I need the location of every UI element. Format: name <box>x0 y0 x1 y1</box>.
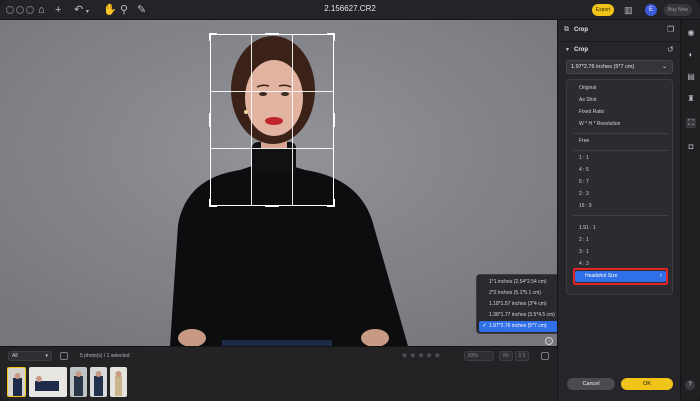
ratio-option[interactable]: 1.91 : 1 <box>579 225 596 231</box>
headshot-size-option-selected[interactable]: ✓ 1.97*2.76 inches (5*7 cm) <box>479 321 557 332</box>
menu-divider <box>573 215 668 216</box>
app-window: ⌂ + ↶ ▾ ✋ ⚲ ✎ 2.156627.CR2 Export ▥ E Bu… <box>0 0 700 401</box>
crop-handle-bottom-left[interactable] <box>209 199 217 207</box>
info-icon[interactable]: i <box>545 337 553 345</box>
menu-divider <box>573 150 668 151</box>
layers-icon[interactable]: ❐ <box>667 25 674 34</box>
crop-grid-line <box>211 91 333 92</box>
ok-button[interactable]: OK <box>621 378 673 390</box>
ratio-option[interactable]: 1 : 1 <box>579 155 589 161</box>
chevron-down-icon: ▾ <box>45 353 48 359</box>
photo-count: 5 photo(s) / 1 selected <box>80 353 130 359</box>
crop-handle-bottom-right[interactable] <box>327 199 335 207</box>
crop-handle-bottom[interactable] <box>265 199 279 207</box>
thumbnail[interactable] <box>7 367 26 397</box>
filmstrip-bar: All ▾ 5 photo(s) / 1 selected ★★★★★ 83% … <box>0 346 557 401</box>
camera-icon[interactable]: ◘ <box>686 142 696 152</box>
thumbnail[interactable] <box>90 367 107 397</box>
thumbnail[interactable] <box>70 367 87 397</box>
ratio-option[interactable]: 5 : 7 <box>579 179 589 185</box>
menu-divider <box>573 133 668 134</box>
crop-handle-top[interactable] <box>265 33 279 41</box>
crop-icon: ⧉ <box>564 26 569 33</box>
crop-tool-icon[interactable]: ⛶ <box>686 118 696 128</box>
ratio-option[interactable]: 3 : 1 <box>579 249 589 255</box>
export-button[interactable]: Export <box>592 4 614 16</box>
headshot-size-option[interactable]: 1.18*1.57 inches (3*4 cm) <box>479 299 557 310</box>
chevron-down-icon: ⌄ <box>661 64 667 70</box>
panel-header: ⧉ Crop ❐ <box>558 20 681 42</box>
compare-icon[interactable] <box>541 352 549 360</box>
crop-handle-top-left[interactable] <box>209 33 217 41</box>
ratio-option-original[interactable]: Original <box>579 85 596 91</box>
ratio-option[interactable]: 2 : 3 <box>579 191 589 197</box>
filter-select[interactable]: All ▾ <box>8 351 52 361</box>
crop-grid-line <box>251 35 252 205</box>
ratio-option-free[interactable]: Free <box>579 138 589 144</box>
crop-handle-right[interactable] <box>327 113 335 127</box>
headshot-size-submenu: 1*1 inches (2.54*2.54 cm) 2*2 inches (5.… <box>476 274 557 334</box>
thumbnail[interactable] <box>110 367 127 397</box>
aspect-ratio-select[interactable]: 1.97*2.76 inches (5*7 cm) ⌄ <box>566 60 673 74</box>
tools-strip: ◉ ◐ ▤ ♜ ⛶ ◘ ? <box>680 20 700 401</box>
chevron-down-icon[interactable]: ▼ <box>565 47 570 53</box>
avatar[interactable]: E <box>645 4 657 16</box>
annotation-highlight <box>573 268 668 285</box>
crop-handle-left[interactable] <box>209 113 217 127</box>
eye-icon[interactable]: ◉ <box>686 28 696 38</box>
ratio-option[interactable]: 2 : 1 <box>579 237 589 243</box>
ratio-option[interactable]: 4 : 5 <box>579 167 589 173</box>
buy-now-button[interactable]: Buy Now <box>664 4 692 16</box>
ratio-option-fixed-ratio[interactable]: Fixed Ratio <box>579 109 604 115</box>
adjust-icon[interactable]: ▤ <box>686 72 696 82</box>
headshot-size-option[interactable]: 2*2 inches (5.1*5.1 cm) <box>479 288 557 299</box>
aspect-ratio-menu: Original As Shot Fixed Ratio W * H * Res… <box>566 79 673 295</box>
rating-stars[interactable]: ★★★★★ <box>401 351 442 360</box>
image-canvas[interactable]: i 1*1 inches (2.54*2.54 cm) 2*2 inches (… <box>0 20 557 346</box>
cancel-button[interactable]: Cancel <box>567 378 615 390</box>
reset-icon[interactable]: ↺ <box>667 45 674 54</box>
help-icon[interactable]: ? <box>685 380 695 390</box>
section-title: Crop <box>574 47 588 53</box>
ratio-option[interactable]: 16 : 9 <box>579 203 592 209</box>
panel-toggle-icon[interactable]: ▥ <box>624 3 633 17</box>
thumbnail[interactable] <box>29 367 67 397</box>
panel-title: Crop <box>574 27 588 33</box>
fit-button[interactable]: Fit <box>499 351 513 361</box>
crop-tool-panel: ⧉ Crop ❐ ▼ Crop ↺ 1.97*2.76 inches (5*7 … <box>557 20 681 401</box>
one-to-one-button[interactable]: 1:1 <box>515 351 529 361</box>
headshot-size-option[interactable]: 1*1 inches (2.54*2.54 cm) <box>479 277 557 288</box>
palette-icon[interactable]: ◐ <box>686 50 696 60</box>
ratio-option-as-shot[interactable]: As Shot <box>579 97 597 103</box>
title-bar: ⌂ + ↶ ▾ ✋ ⚲ ✎ 2.156627.CR2 Export ▥ E Bu… <box>0 0 700 20</box>
ratio-option-resolution[interactable]: W * H * Resolution <box>579 121 620 127</box>
crop-handle-top-right[interactable] <box>327 33 335 41</box>
check-icon: ✓ <box>482 323 488 329</box>
crop-grid-line <box>211 148 333 149</box>
crop-grid-line <box>292 35 293 205</box>
headshot-size-option[interactable]: 1.38*1.77 inches (3.5*4.5 cm) <box>479 310 557 321</box>
shirt-icon[interactable]: ♜ <box>686 94 696 104</box>
zoom-select[interactable]: 83% <box>464 351 494 361</box>
ratio-option[interactable]: 4 : 3 <box>579 261 589 267</box>
select-all-icon[interactable] <box>60 352 68 360</box>
crop-frame[interactable] <box>209 33 335 207</box>
